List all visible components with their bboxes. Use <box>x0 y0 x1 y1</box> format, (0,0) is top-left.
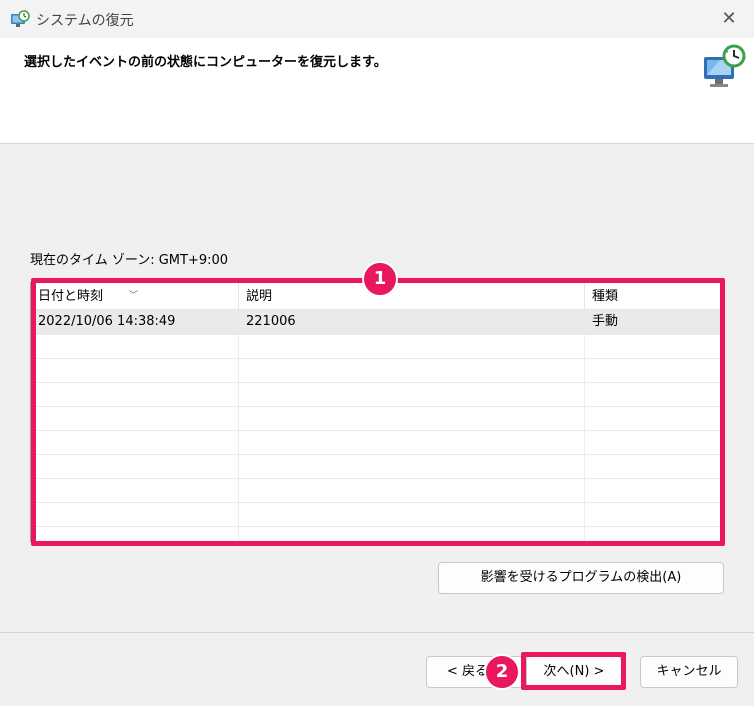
step-badge-2: 2 <box>484 654 520 690</box>
highlight-box-list <box>31 278 725 546</box>
footer-divider <box>0 632 754 633</box>
system-restore-large-icon <box>704 44 746 87</box>
timezone-label: 現在のタイム ゾーン: GMT+9:00 <box>30 253 229 268</box>
step-badge-1: 1 <box>362 261 398 297</box>
page-title: 選択したイベントの前の状態にコンピューターを復元します。 <box>24 55 387 70</box>
highlight-box-next <box>521 652 626 690</box>
close-icon[interactable]: ✕ <box>714 4 744 34</box>
system-restore-icon <box>11 10 30 27</box>
header-panel: 選択したイベントの前の状態にコンピューターを復元します。 <box>0 38 754 144</box>
window-title: システムの復元 <box>36 13 134 29</box>
title-bar: システムの復元 ✕ <box>0 0 754 38</box>
cancel-button[interactable]: キャンセル <box>640 656 738 688</box>
scan-affected-programs-button[interactable]: 影響を受けるプログラムの検出(A) <box>438 562 724 594</box>
